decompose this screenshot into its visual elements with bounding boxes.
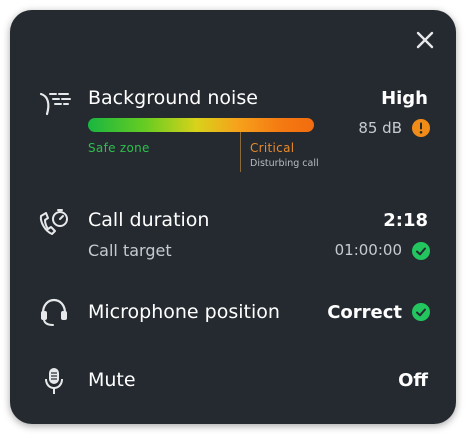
microphone-position-label: Microphone position [88, 301, 280, 323]
critical-zone-label: Critical [250, 141, 295, 155]
mute-label: Mute [88, 369, 136, 391]
check-icon [412, 303, 430, 321]
critical-zone-note: Disturbing call [250, 158, 319, 169]
check-icon [412, 242, 430, 260]
noise-label: Background noise [88, 87, 258, 109]
mute-value[interactable]: Off [398, 370, 428, 391]
close-icon[interactable] [415, 30, 435, 50]
call-target-label: Call target [88, 241, 172, 260]
noise-icon [38, 90, 72, 120]
call-duration-label: Call duration [88, 209, 210, 231]
critical-threshold-divider [240, 132, 241, 172]
headset-icon [38, 296, 70, 332]
warning-icon [412, 119, 430, 137]
call-target-value: 01:00:00 [334, 241, 402, 259]
call-duration-value: 2:18 [383, 210, 428, 231]
noise-level-bar [88, 118, 314, 132]
safe-zone-label: Safe zone [88, 141, 150, 155]
noise-level-value: 85 dB [358, 119, 402, 137]
microphone-position-value: Correct [327, 302, 402, 323]
noise-value: High [381, 88, 428, 109]
microphone-icon [42, 366, 66, 400]
call-status-panel: Background noise High Safe zone Critical… [10, 10, 456, 424]
phone-timer-icon [38, 208, 70, 242]
